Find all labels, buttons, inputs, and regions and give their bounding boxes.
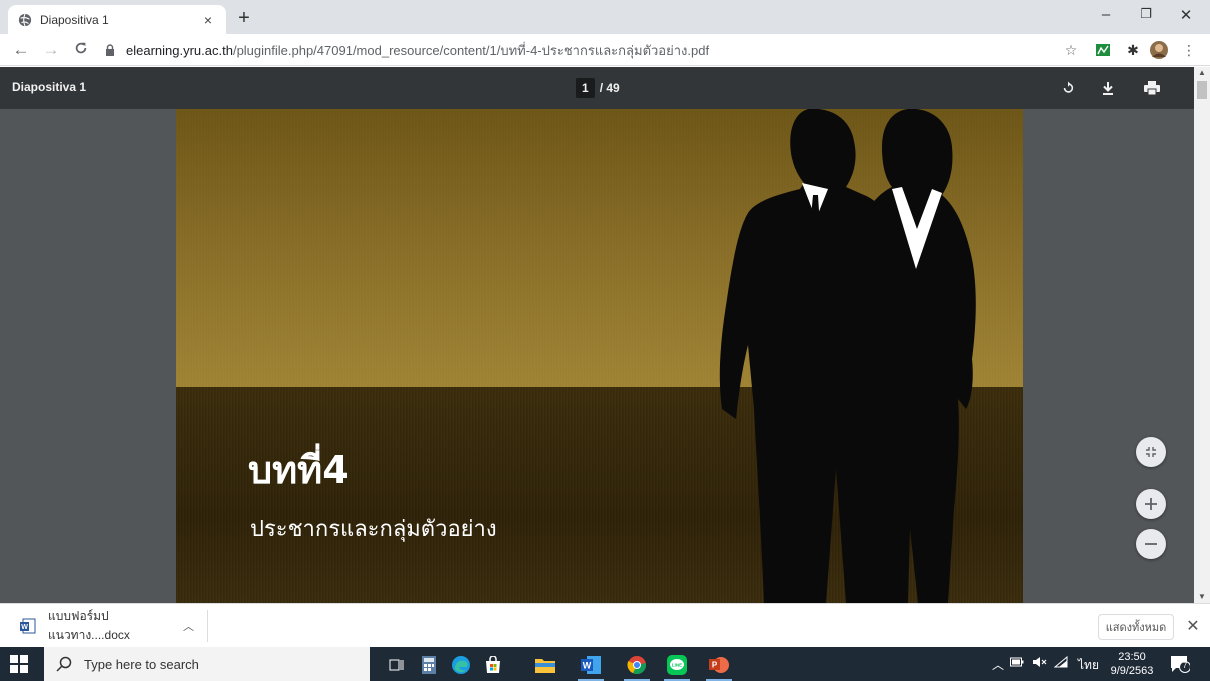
svg-text:P: P [712,661,718,670]
slide-subheading: ประชากรและกลุ่มตัวอย่าง [250,517,497,542]
url-path: /pluginfile.php/47091/mod_resource/conte… [232,42,710,58]
minimize-button[interactable]: – [1086,6,1126,23]
notification-center-icon[interactable]: 7 [1170,655,1191,673]
calculator-icon[interactable] [412,651,446,679]
windows-taskbar: Type here to search W LINE P ︿ ไทย 23:50… [0,647,1210,681]
vertical-scrollbar[interactable]: ▲ ▼ [1194,67,1210,603]
zoom-out-button[interactable] [1136,529,1166,559]
search-placeholder: Type here to search [84,656,199,672]
windows-start-icon[interactable] [10,655,28,673]
show-hidden-icons-chevron-icon[interactable]: ︿ [992,656,1004,673]
system-clock[interactable]: 23:50 9/9/2563 [1110,650,1154,678]
page-number-input[interactable]: 1 [576,78,595,98]
back-icon[interactable]: ← [10,40,32,60]
file-explorer-icon[interactable] [528,651,562,679]
volume-muted-icon[interactable] [1032,656,1048,671]
close-download-bar-icon[interactable]: ✕ [1184,616,1202,636]
page-indicator: 1 / 49 [576,78,620,98]
svg-text:W: W [583,661,592,671]
lock-icon [106,44,114,56]
address-bar[interactable]: elearning.yru.ac.th/pluginfile.php/47091… [104,38,1084,62]
zoom-in-button[interactable] [1136,489,1166,519]
line-app-icon[interactable]: LINE [660,651,694,681]
battery-icon[interactable] [1010,656,1024,670]
slide-heading: บทที่4 [248,448,349,492]
show-all-button[interactable]: แสดงทั้งหมด [1098,614,1174,640]
svg-text:LINE: LINE [672,663,682,668]
page-total: / 49 [599,81,620,95]
tab-strip: Diapositiva 1 × + – ❐ ✕ [0,0,1210,34]
scroll-up-icon[interactable]: ▲ [1194,67,1210,79]
cast-extension-icon[interactable] [1094,41,1112,59]
wifi-icon[interactable] [1053,655,1068,671]
word-app-icon[interactable]: W [574,651,608,681]
pdf-viewer[interactable]: บทที่4 ประชากรและกลุ่มตัวอย่าง [0,109,1194,603]
url-host: elearning.yru.ac.th [126,42,233,58]
scroll-thumb[interactable] [1197,81,1207,99]
search-icon [56,656,72,672]
pdf-toolbar: Diapositiva 1 1 / 49 [0,67,1194,109]
scroll-down-icon[interactable]: ▼ [1194,591,1210,603]
forward-icon[interactable]: → [40,40,62,60]
tab-close-icon[interactable]: × [200,12,216,28]
taskbar-search-box[interactable]: Type here to search [44,647,370,681]
chrome-app-icon[interactable] [620,651,654,681]
new-tab-button[interactable]: + [232,8,256,28]
browser-tab[interactable]: Diapositiva 1 × [8,5,226,34]
reload-icon[interactable] [70,40,92,60]
word-document-icon: W [20,618,36,634]
print-icon[interactable] [1142,78,1162,98]
chevron-up-icon[interactable]: ︿ [183,618,199,634]
fit-page-button[interactable] [1136,437,1166,467]
close-window-button[interactable]: ✕ [1166,6,1206,24]
profile-avatar[interactable] [1150,41,1168,59]
download-file-name: แบบฟอร์มปแนวทาง....docx [48,609,130,642]
edge-browser-icon[interactable] [444,651,478,679]
clock-time: 23:50 [1118,651,1146,663]
download-icon[interactable] [1098,78,1118,98]
rotate-icon[interactable] [1058,78,1078,98]
tab-title: Diapositiva 1 [40,12,109,27]
business-people-silhouette [719,109,976,603]
notification-count: 7 [1182,661,1188,670]
clock-date: 9/9/2563 [1110,665,1154,677]
download-item[interactable]: W แบบฟอร์มปแนวทาง....docx ︿ [12,609,208,642]
svg-text:W: W [21,624,28,631]
input-language[interactable]: ไทย [1078,656,1099,675]
star-icon[interactable]: ☆ [1062,41,1080,59]
browser-toolbar: ← → elearning.yru.ac.th/pluginfile.php/4… [0,34,1210,66]
powerpoint-app-icon[interactable]: P [702,651,736,681]
pdf-title: Diapositiva 1 [12,80,87,94]
task-view-icon[interactable] [380,651,414,679]
extensions-puzzle-icon[interactable]: ✱ [1124,41,1142,59]
slide-page: บทที่4 ประชากรและกลุ่มตัวอย่าง [176,109,1023,603]
minus-icon [1145,543,1157,545]
globe-icon [18,13,32,26]
plus-icon [1145,498,1157,510]
fit-to-page-icon [1146,447,1156,457]
store-icon[interactable] [476,651,510,679]
download-bar: W แบบฟอร์มปแนวทาง....docx ︿ แสดงทั้งหมด … [0,603,1210,647]
maximize-button[interactable]: ❐ [1126,6,1166,22]
menu-kebab-icon[interactable]: ⋮ [1180,41,1198,59]
